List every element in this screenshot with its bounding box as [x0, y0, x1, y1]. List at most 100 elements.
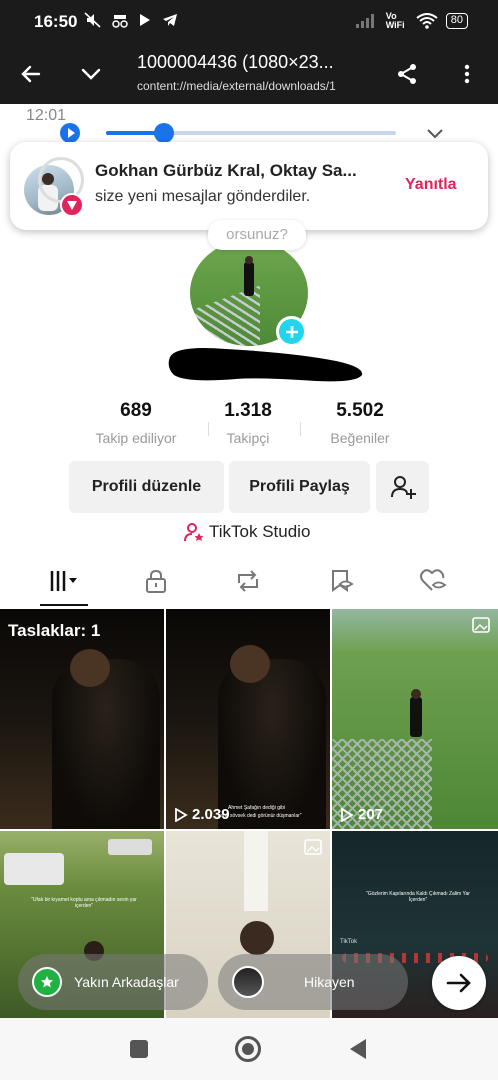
message-notification[interactable]: Gokhan Gürbüz Kral, Oktay Sa... size yen… — [10, 142, 488, 230]
chevron-down-icon — [81, 68, 101, 80]
viewer-app-bar: 1000004436 (1080×23... content://media/e… — [0, 44, 498, 104]
view-count-value: 207 — [358, 806, 384, 823]
repost-icon — [238, 570, 258, 592]
edit-profile-label: Profili düzenle — [91, 478, 202, 495]
heart-eye-icon — [420, 569, 447, 591]
close-friends-button[interactable]: Yakın Arkadaşlar — [18, 954, 208, 1010]
bookmark-eye-icon — [332, 570, 354, 592]
your-story-button[interactable]: Hikayen — [218, 954, 408, 1010]
view-count-value: 2.039 — [192, 806, 230, 823]
notification-icons — [84, 12, 178, 30]
system-nav-bar — [0, 1018, 498, 1080]
followers-label: Takipçi — [226, 430, 270, 446]
video-tile[interactable]: Ahmet Şafağın dediği gibi "sana sövsek d… — [166, 609, 330, 829]
chevron-down-icon — [427, 129, 443, 139]
share-icon — [398, 64, 416, 84]
tab-saved[interactable] — [321, 566, 361, 596]
draft-tile[interactable]: Taslaklar: 1 — [0, 609, 164, 829]
send-icon — [67, 201, 77, 210]
share-profile-button[interactable]: Profili Paylaş — [229, 461, 370, 513]
edit-profile-button[interactable]: Profili düzenle — [69, 461, 224, 513]
notification-title: Gokhan Gürbüz Kral, Oktay Sa... — [95, 161, 357, 180]
close-friends-icon — [32, 967, 62, 997]
tiktok-badge — [60, 193, 84, 217]
video-caption: Ahmet Şafağın dediği gibi — [228, 805, 285, 811]
person-figure — [410, 697, 422, 737]
person-figure — [244, 262, 254, 296]
story-bubble: orsunuz? — [208, 220, 306, 250]
likes-label: Beğeniler — [330, 430, 390, 446]
file-title: 1000004436 (1080×23... — [137, 52, 334, 72]
tab-liked[interactable] — [413, 566, 453, 596]
screenshot-image: 12:01 Gokhan Gürbüz Kral, Oktay Sa... si… — [0, 104, 498, 1018]
followers-stat[interactable]: 1.318 Takipçi — [188, 400, 308, 446]
person-silhouette — [52, 659, 160, 829]
wifi-icon — [416, 13, 438, 29]
media-progress-thumb[interactable] — [154, 123, 174, 143]
share-profile-label: Profili Paylaş — [249, 478, 350, 495]
tab-private[interactable] — [136, 566, 176, 596]
tiktok-watermark: TikTok — [340, 939, 358, 945]
drafts-label: Taslaklar: 1 — [8, 621, 101, 640]
collapse-button[interactable] — [73, 56, 109, 92]
arrow-right-icon — [446, 973, 471, 993]
view-count: 207 — [340, 806, 383, 823]
reply-button[interactable]: Yanıtla — [405, 176, 457, 194]
your-story-label: Hikayen — [304, 974, 355, 990]
story-avatar — [232, 966, 264, 998]
system-icons: Vo WiFi 80 — [355, 11, 468, 30]
tab-videos[interactable] — [44, 566, 84, 596]
tab-reposts[interactable] — [228, 566, 268, 596]
add-user-icon — [390, 476, 416, 499]
video-caption: "Gözlerim Kapılarında Kaldı Çıkmadı Zali… — [366, 891, 470, 903]
photo-icon — [472, 617, 490, 633]
close-friends-label: Yakın Arkadaşlar — [74, 974, 179, 990]
telegram-icon — [162, 14, 177, 26]
back-button[interactable] — [13, 56, 49, 92]
tiktok-studio-label: TikTok Studio — [209, 522, 311, 541]
van — [4, 853, 64, 885]
play-icon — [68, 128, 75, 138]
vowifi-label: Vo WiFi — [385, 11, 405, 30]
more-options-button[interactable] — [449, 56, 485, 92]
back-triangle-icon[interactable] — [348, 1038, 368, 1060]
file-path: content://media/external/downloads/1 — [137, 79, 336, 93]
mute-icon — [84, 12, 101, 28]
signal-icon — [355, 14, 374, 28]
redacted-username — [168, 348, 363, 382]
view-count: 2.039 — [174, 806, 230, 823]
video-tile[interactable]: 207 — [332, 609, 498, 829]
likes-count: 5.502 — [336, 400, 384, 421]
add-friend-button[interactable] — [376, 461, 429, 513]
next-button[interactable] — [432, 956, 486, 1010]
star-icon — [41, 976, 53, 988]
followers-count: 1.318 — [224, 400, 272, 421]
recents-button[interactable] — [130, 1040, 148, 1058]
grid-icon — [50, 571, 77, 591]
notification-body: size yeni mesajlar gönderdiler. — [95, 188, 311, 205]
plus-icon — [285, 325, 298, 338]
status-time: 16:50 — [34, 12, 78, 31]
home-button[interactable] — [235, 1036, 261, 1062]
following-stat[interactable]: 689 Takip ediliyor — [76, 400, 196, 446]
play-store-icon — [140, 14, 151, 26]
status-bar: 16:50 Vo WiFi 80 — [0, 0, 498, 44]
active-tab-indicator — [40, 604, 88, 606]
battery-indicator: 80 — [445, 13, 468, 29]
lock-icon — [146, 569, 166, 593]
incognito-icon — [112, 15, 128, 28]
following-label: Takip ediliyor — [95, 430, 177, 446]
person-silhouette — [218, 659, 326, 829]
likes-stat[interactable]: 5.502 Beğeniler — [300, 400, 420, 446]
play-outline-icon — [341, 807, 354, 822]
photo-icon — [304, 839, 322, 855]
tiktok-studio-link[interactable]: TikTok Studio — [184, 522, 310, 542]
studio-icon — [184, 523, 204, 542]
video-caption: "Ufak bir kıyamet koptu ama çıkmadın ses… — [31, 897, 137, 909]
play-button[interactable] — [60, 123, 80, 143]
share-button[interactable] — [389, 56, 425, 92]
curtain — [244, 831, 268, 911]
more-vertical-icon — [464, 64, 470, 84]
story-bubble-text: orsunuz? — [226, 226, 288, 243]
back-arrow-icon — [21, 65, 41, 83]
